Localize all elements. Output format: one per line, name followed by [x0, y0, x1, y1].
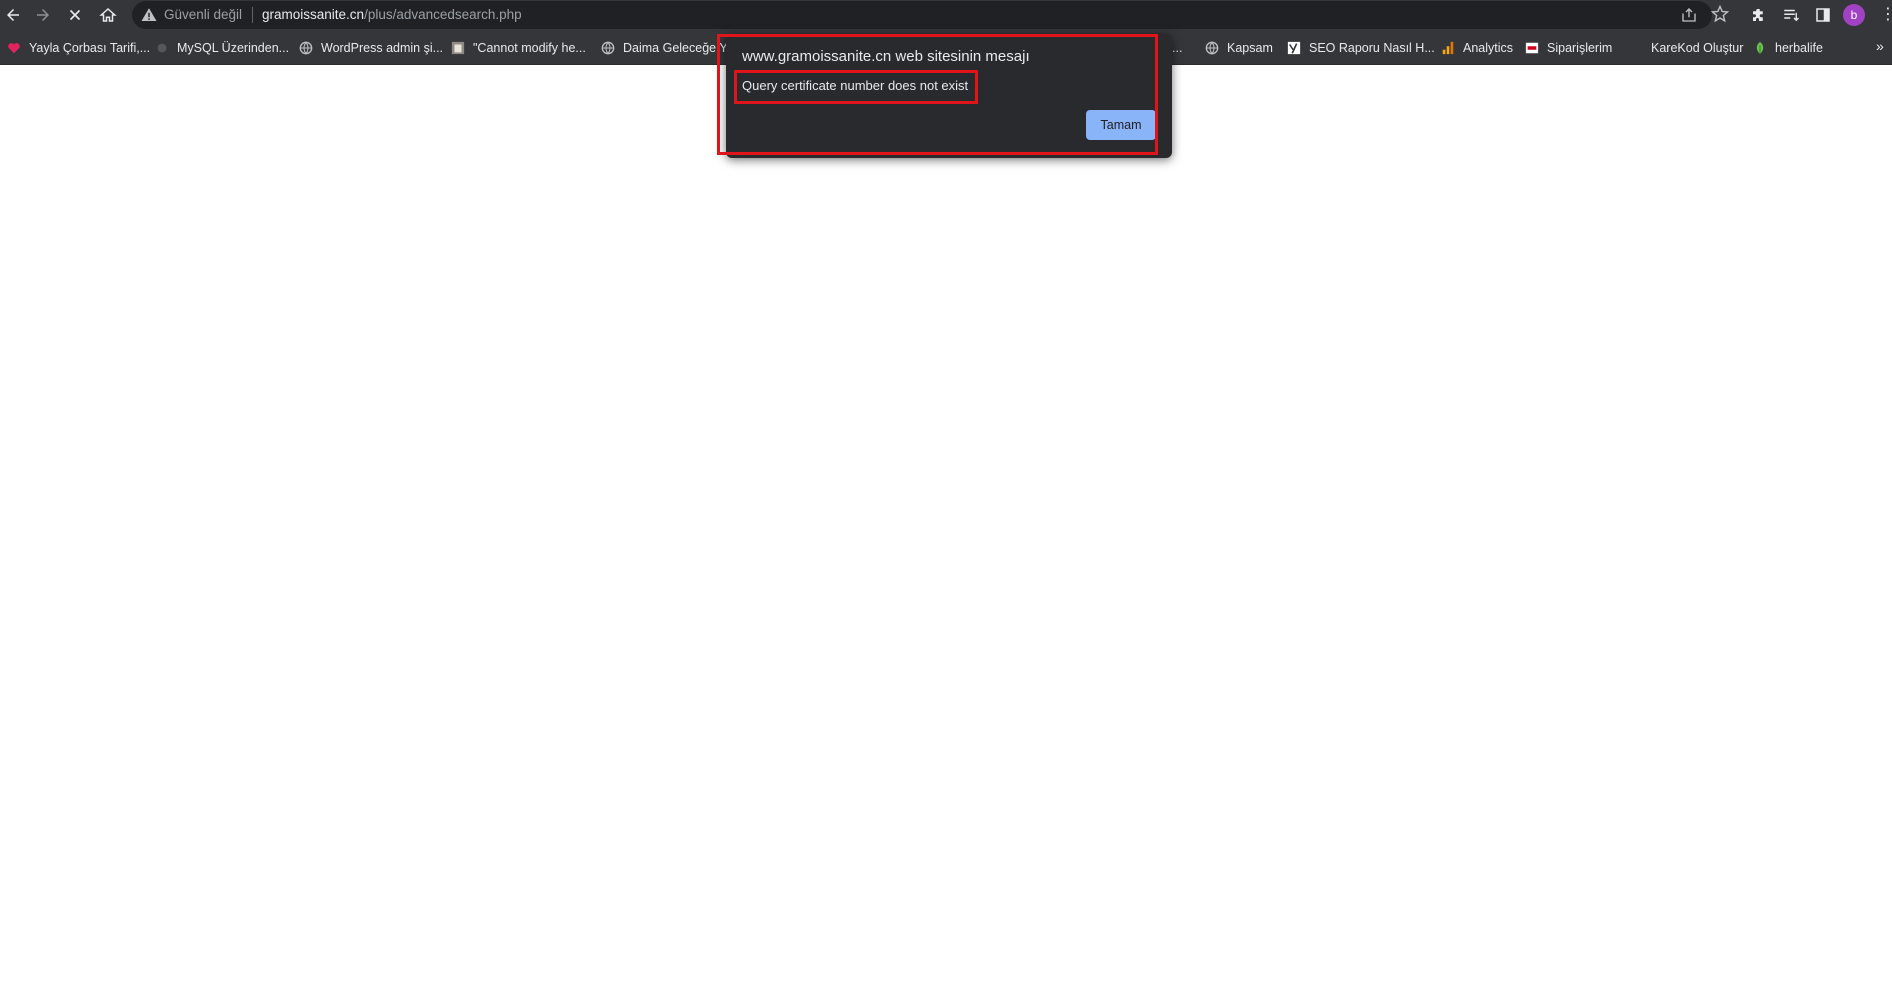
- bookmark-label: "Cannot modify he...: [473, 41, 586, 55]
- dialog-message: Query certificate number does not exist: [742, 78, 969, 93]
- bookmark-item[interactable]: Daima Geleceğe Yö: [600, 38, 735, 58]
- yoast-icon: [1286, 40, 1302, 56]
- alert-dialog: www.gramoissanite.cn web sitesinin mesaj…: [726, 34, 1172, 158]
- bookmark-label: Daima Geleceğe Yö: [623, 41, 735, 55]
- reading-list-icon[interactable]: [1780, 4, 1802, 26]
- bookmark-item[interactable]: Analytics: [1440, 38, 1513, 58]
- blank-bookmark-icon: [1628, 40, 1644, 56]
- profile-avatar[interactable]: b: [1843, 4, 1865, 26]
- bookmark-label: Kapsam: [1227, 41, 1273, 55]
- url-path: /plus/advancedsearch.php: [364, 7, 522, 22]
- bookmark-item[interactable]: KareKod Oluştur: [1628, 38, 1743, 58]
- forward-arrow-icon[interactable]: [30, 2, 56, 28]
- bookmark-label: ...: [1172, 41, 1183, 55]
- back-arrow-icon[interactable]: [0, 2, 26, 28]
- security-status-text[interactable]: Güvenli değil: [164, 7, 242, 22]
- bookmark-star-icon[interactable]: [1710, 4, 1730, 24]
- omnibox-divider: [252, 7, 253, 23]
- dialog-title: www.gramoissanite.cn web sitesinin mesaj…: [742, 48, 1030, 65]
- share-icon[interactable]: [1680, 6, 1698, 24]
- store-icon: [1524, 40, 1540, 56]
- home-icon[interactable]: [95, 2, 121, 28]
- bookmark-label: KareKod Oluştur: [1651, 41, 1744, 55]
- bookmark-label: Siparişlerim: [1547, 41, 1613, 55]
- warning-triangle-icon[interactable]: [140, 6, 158, 24]
- bookmark-label: WordPress admin şi...: [321, 41, 444, 55]
- bookmark-item[interactable]: Siparişlerim: [1524, 38, 1612, 58]
- heart-icon: [6, 40, 22, 56]
- analytics-icon: [1440, 40, 1456, 56]
- menu-kebab-icon[interactable]: ⋮: [1880, 5, 1892, 25]
- bookmark-item[interactable]: SEO Raporu Nasıl H...: [1286, 38, 1435, 58]
- bookmark-item[interactable]: Yayla Çorbası Tarifi,...: [6, 38, 150, 58]
- url-text[interactable]: gramoissanite.cn/plus/advancedsearch.php: [262, 7, 522, 22]
- bookmark-item[interactable]: WordPress admin şi...: [298, 38, 443, 58]
- bookmark-item[interactable]: Kapsam: [1204, 38, 1273, 58]
- bookmark-label: SEO Raporu Nasıl H...: [1309, 41, 1435, 55]
- address-bar[interactable]: Güvenli değil gramoissanite.cn/plus/adva…: [132, 1, 1712, 29]
- bookmark-label: herbalife: [1775, 41, 1823, 55]
- bookmark-item[interactable]: "Cannot modify he...: [450, 38, 586, 58]
- side-panel-icon[interactable]: [1812, 4, 1834, 26]
- more-bookmarks-chevron-icon[interactable]: »: [1876, 38, 1884, 54]
- bookmark-label: Yayla Çorbası Tarifi,...: [29, 41, 151, 55]
- bookmark-item[interactable]: MySQL Üzerinden...: [154, 38, 289, 58]
- leaf-icon: [1752, 40, 1768, 56]
- ok-button[interactable]: Tamam: [1086, 110, 1156, 140]
- site-icon: [154, 40, 170, 56]
- extensions-puzzle-icon[interactable]: [1748, 4, 1770, 26]
- bookmark-label: Analytics: [1463, 41, 1514, 55]
- globe-icon: [298, 40, 314, 56]
- bookmark-label: MySQL Üzerinden...: [177, 41, 290, 55]
- globe-icon: [600, 40, 616, 56]
- browser-toolbar: Güvenli değil gramoissanite.cn/plus/adva…: [0, 0, 1892, 30]
- image-icon: [450, 40, 466, 56]
- globe-icon: [1204, 40, 1220, 56]
- bookmark-item[interactable]: herbalife: [1752, 38, 1823, 58]
- url-host: gramoissanite.cn: [262, 7, 365, 22]
- stop-loading-icon[interactable]: [62, 2, 88, 28]
- bookmark-item[interactable]: ...: [1172, 38, 1182, 58]
